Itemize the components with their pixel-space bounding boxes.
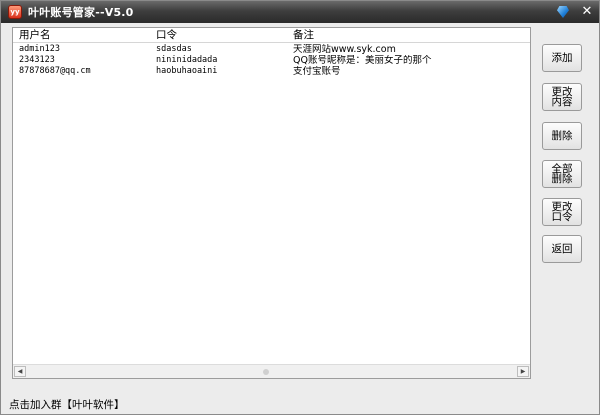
- change-password-button[interactable]: 更改口令: [542, 198, 582, 226]
- title-bar[interactable]: yy 叶叶账号管家--V5.0 ✕: [1, 1, 599, 23]
- change-password-button-label: 更改口令: [551, 201, 573, 223]
- back-button-label: 返回: [551, 243, 573, 255]
- back-button[interactable]: 返回: [542, 235, 582, 263]
- delete-button-label: 删除: [551, 130, 573, 142]
- table-row[interactable]: admin123 sdasdas 天涯网站www.syk.com: [13, 44, 530, 55]
- gem-shape: [557, 6, 569, 18]
- scroll-thumb-grip[interactable]: [263, 369, 269, 375]
- list-header: 用户名 口令 备注: [13, 28, 530, 43]
- horizontal-scrollbar[interactable]: ◀ ▶: [13, 364, 530, 378]
- add-button[interactable]: 添加: [542, 44, 582, 72]
- column-header-note[interactable]: 备注: [287, 28, 530, 43]
- cell-note: 支付宝账号: [293, 66, 341, 77]
- column-header-password[interactable]: 口令: [150, 28, 287, 43]
- delete-button[interactable]: 删除: [542, 122, 582, 150]
- delete-all-button-label: 全部删除: [551, 163, 573, 185]
- main-window: yy 叶叶账号管家--V5.0 ✕ 用户名 口令 备注 admin123 sda…: [0, 0, 600, 415]
- column-header-username[interactable]: 用户名: [13, 28, 150, 43]
- table-row[interactable]: 2343123 nininidadada QQ账号昵称是：美丽女子的那个: [13, 55, 530, 66]
- delete-all-button[interactable]: 全部删除: [542, 160, 582, 188]
- cell-password: sdasdas: [156, 44, 192, 54]
- cell-username: 2343123: [19, 55, 55, 65]
- account-list[interactable]: 用户名 口令 备注 admin123 sdasdas 天涯网站www.syk.c…: [12, 27, 531, 379]
- edit-content-button-label: 更改内容: [551, 86, 573, 108]
- table-row[interactable]: 87878687@qq.cm haobuhaoaini 支付宝账号: [13, 66, 530, 77]
- scroll-right-icon[interactable]: ▶: [517, 366, 529, 377]
- cell-note: QQ账号昵称是：美丽女子的那个: [293, 55, 432, 66]
- scroll-left-icon[interactable]: ◀: [14, 366, 26, 377]
- cell-username: admin123: [19, 44, 60, 54]
- close-icon[interactable]: ✕: [579, 4, 595, 20]
- cell-password: nininidadada: [156, 55, 218, 65]
- cell-note: 天涯网站www.syk.com: [293, 44, 396, 55]
- window-title: 叶叶账号管家--V5.0: [28, 6, 134, 19]
- app-logo-icon: yy: [8, 5, 22, 19]
- cell-password: haobuhaoaini: [156, 66, 218, 76]
- cell-username: 87878687@qq.cm: [19, 66, 91, 76]
- skin-gem-icon[interactable]: [555, 4, 571, 20]
- edit-content-button[interactable]: 更改内容: [542, 83, 582, 111]
- add-button-label: 添加: [551, 52, 573, 64]
- join-group-link[interactable]: 点击加入群【叶叶软件】: [1, 396, 599, 414]
- list-rows: admin123 sdasdas 天涯网站www.syk.com 2343123…: [13, 44, 530, 77]
